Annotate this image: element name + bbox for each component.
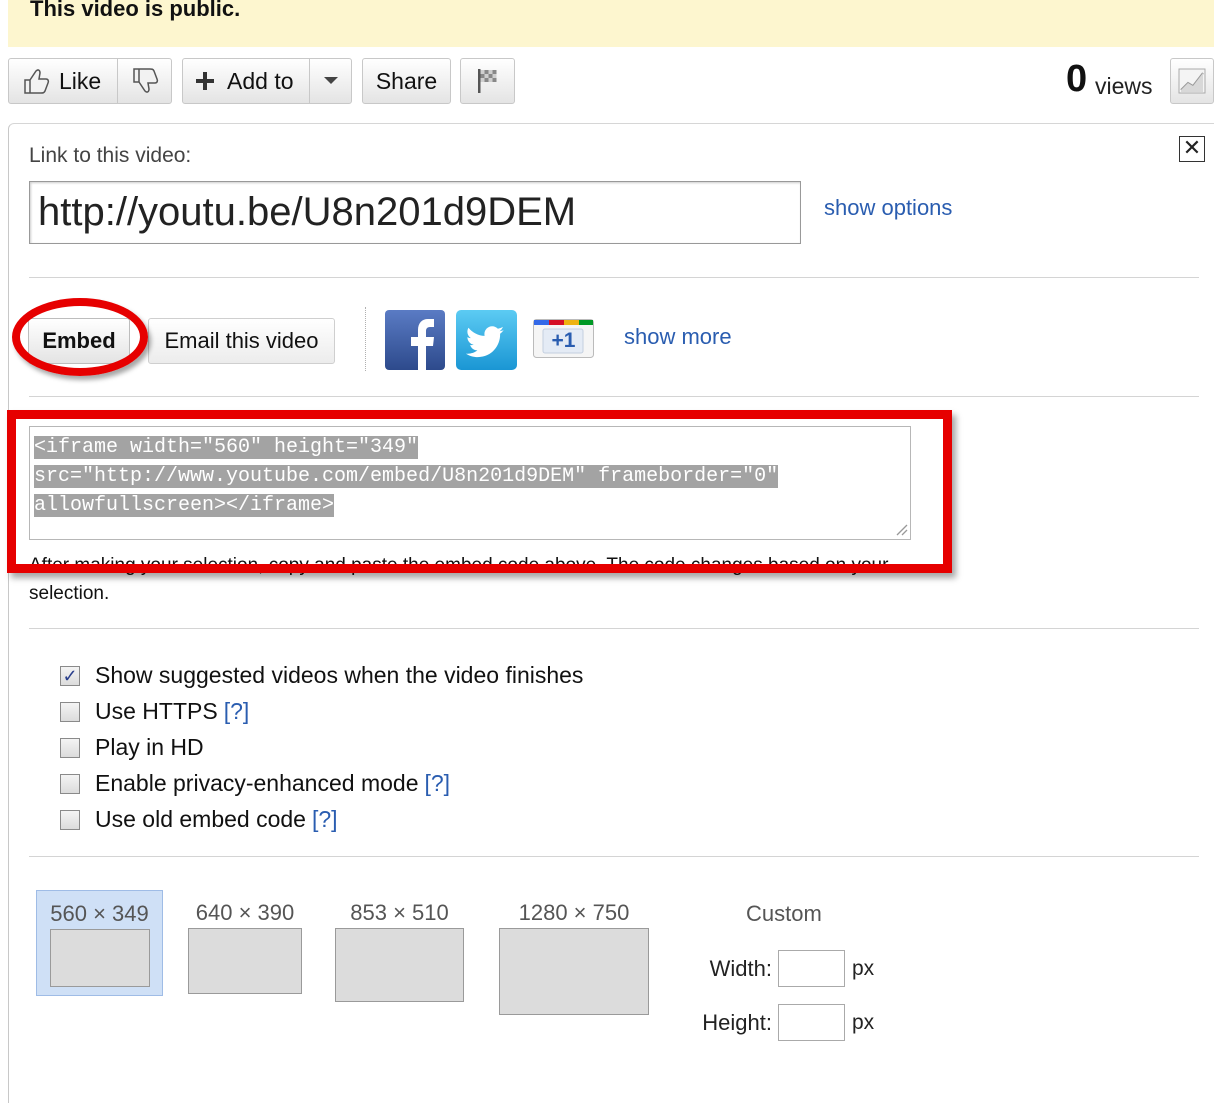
thumbs-down-icon <box>132 68 158 93</box>
like-dislike-group: Like <box>8 58 172 104</box>
size-preview <box>499 928 649 1015</box>
twitter-share-button[interactable] <box>456 310 517 370</box>
views-count: 0 <box>1066 58 1088 100</box>
close-icon: ✕ <box>1182 135 1202 160</box>
views-label: views <box>1095 73 1153 99</box>
custom-height-input[interactable] <box>778 1004 845 1041</box>
share-button[interactable]: Share <box>362 58 451 104</box>
twitter-icon <box>456 310 517 370</box>
facebook-icon <box>385 310 445 370</box>
option-suggested-videos[interactable]: ✓ Show suggested videos when the video f… <box>60 662 583 689</box>
size-label: 560 × 349 <box>50 901 149 926</box>
link-label: Link to this video: <box>29 144 192 167</box>
option-privacy-enhanced[interactable]: Enable privacy-enhanced mode [?] <box>60 770 450 797</box>
custom-width-input[interactable] <box>778 950 845 987</box>
thumbs-up-icon <box>24 69 50 94</box>
check-icon: ✓ <box>62 665 78 686</box>
size-option-selected[interactable]: 560 × 349 <box>36 890 163 996</box>
public-status-text: This video is public. <box>30 0 241 21</box>
option-label: Use HTTPS <box>95 698 218 724</box>
help-link[interactable]: [?] <box>224 698 250 725</box>
custom-width-label: Width: <box>709 956 772 981</box>
flag-icon <box>477 69 496 93</box>
stats-chart-icon <box>1178 68 1206 94</box>
size-preview <box>335 928 464 1002</box>
size-label: 1280 × 750 <box>518 900 630 925</box>
size-option[interactable]: 1280 × 750 <box>494 900 654 1015</box>
divider <box>29 628 1199 629</box>
height-unit: px <box>852 1011 875 1034</box>
custom-size-title: Custom <box>746 901 822 926</box>
option-label: Play in HD <box>95 734 204 760</box>
divider <box>29 856 1199 857</box>
flag-button[interactable] <box>460 58 515 104</box>
facebook-share-button[interactable] <box>385 310 445 370</box>
help-link[interactable]: [?] <box>424 770 450 797</box>
custom-height-label: Height: <box>702 1010 772 1035</box>
add-to-dropdown-button[interactable] <box>309 59 351 103</box>
like-label: Like <box>59 67 102 94</box>
help-link[interactable]: [?] <box>312 806 338 833</box>
show-options-link[interactable]: show options <box>824 195 952 221</box>
size-option[interactable]: 640 × 390 <box>185 900 305 994</box>
size-preview <box>188 928 302 994</box>
option-play-in-hd[interactable]: Play in HD <box>60 734 204 761</box>
add-to-button[interactable]: Add to <box>183 59 309 103</box>
size-preview <box>49 929 150 987</box>
option-label: Show suggested videos when the video fin… <box>95 662 584 688</box>
stats-button[interactable] <box>1170 58 1214 104</box>
plus-icon <box>196 72 214 90</box>
share-label: Share <box>375 67 438 94</box>
size-option[interactable]: 853 × 510 <box>332 900 467 1002</box>
annotation-circle <box>12 298 148 376</box>
size-label: 640 × 390 <box>195 900 295 925</box>
option-label: Enable privacy-enhanced mode <box>95 770 419 796</box>
divider <box>29 277 1199 278</box>
plus-one-label: +1 <box>551 329 576 352</box>
video-link-field[interactable]: http://youtu.be/U8n201d9DEM <box>29 181 801 244</box>
add-to-label: Add to <box>227 67 294 94</box>
checkbox-checked[interactable]: ✓ <box>60 665 80 686</box>
width-unit: px <box>852 957 875 980</box>
add-to-group: Add to <box>182 58 352 104</box>
size-label: 853 × 510 <box>350 900 449 925</box>
checkbox[interactable] <box>60 701 80 722</box>
show-more-link[interactable]: show more <box>624 324 732 350</box>
option-label: Use old embed code <box>95 806 306 832</box>
divider <box>29 396 1199 397</box>
checkbox[interactable] <box>60 737 80 758</box>
dislike-button[interactable] <box>117 59 171 103</box>
email-video-button[interactable]: Email this video <box>148 318 335 364</box>
annotation-highlight-box <box>7 410 952 573</box>
google-plus-one-button[interactable]: +1 <box>533 319 594 358</box>
divider <box>365 307 366 371</box>
like-button[interactable]: Like <box>9 59 117 103</box>
chevron-down-icon <box>323 77 338 84</box>
checkbox[interactable] <box>60 773 80 794</box>
close-panel-button[interactable]: ✕ <box>1179 136 1205 162</box>
option-old-embed-code[interactable]: Use old embed code [?] <box>60 806 338 833</box>
checkbox[interactable] <box>60 809 80 830</box>
option-use-https[interactable]: Use HTTPS [?] <box>60 698 249 725</box>
